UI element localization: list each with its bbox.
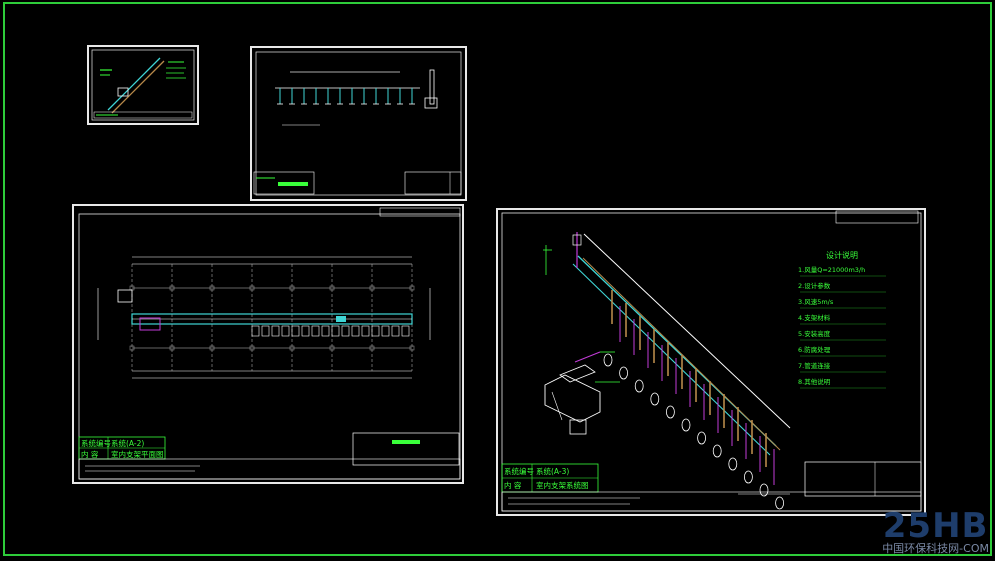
sheet-thumbnail-1[interactable] (87, 45, 199, 125)
sheet-thumbnail-2[interactable] (250, 46, 467, 201)
iso-content-value: 室内支架系统图 (536, 480, 589, 490)
plan-title-label: 系统编号 (81, 438, 111, 448)
iso-title-label: 系统编号 (504, 466, 534, 476)
iso-content-label: 内 容 (504, 480, 522, 490)
iso-title-value: 系统(A-3) (536, 466, 569, 476)
plan-content-label: 内 容 (81, 449, 99, 459)
sheet-plan-view[interactable]: 系统编号 系统(A-2) 内 容 室内支架平面图 (72, 204, 464, 484)
design-note-line: 5.安装高度 (798, 329, 831, 338)
watermark-logo-text: 25HB (882, 506, 989, 546)
design-note-line: 4.支架材料 (798, 313, 831, 322)
design-note-line: 2.设计参数 (798, 281, 831, 290)
site-watermark-logo: 25HB 中国环保科技网-COM (882, 509, 989, 555)
design-notes-heading: 设计说明 (826, 250, 858, 260)
design-note-line: 8.其他说明 (798, 377, 831, 386)
design-note-line: 3.风速5m/s (798, 298, 834, 306)
plan-title-value: 系统(A-2) (111, 438, 144, 448)
plan-content-value: 室内支架平面图 (111, 449, 164, 459)
sheet-isometric-view[interactable]: 设计说明 1.风量Q=21000m3/h 2.设计参数 3.风速5m/s 4.支架材料… (496, 208, 926, 516)
design-note-line: 1.风量Q=21000m3/h (798, 266, 865, 274)
design-note-line: 6.防腐处理 (798, 345, 831, 354)
watermark-subtitle: 中国环保科技网-COM (882, 542, 989, 555)
cad-workspace: 系统编号 系统(A-2) 内 容 室内支架平面图 设计说明 1.风量Q=2100… (3, 2, 992, 556)
design-note-line: 7.管道连接 (798, 361, 831, 370)
